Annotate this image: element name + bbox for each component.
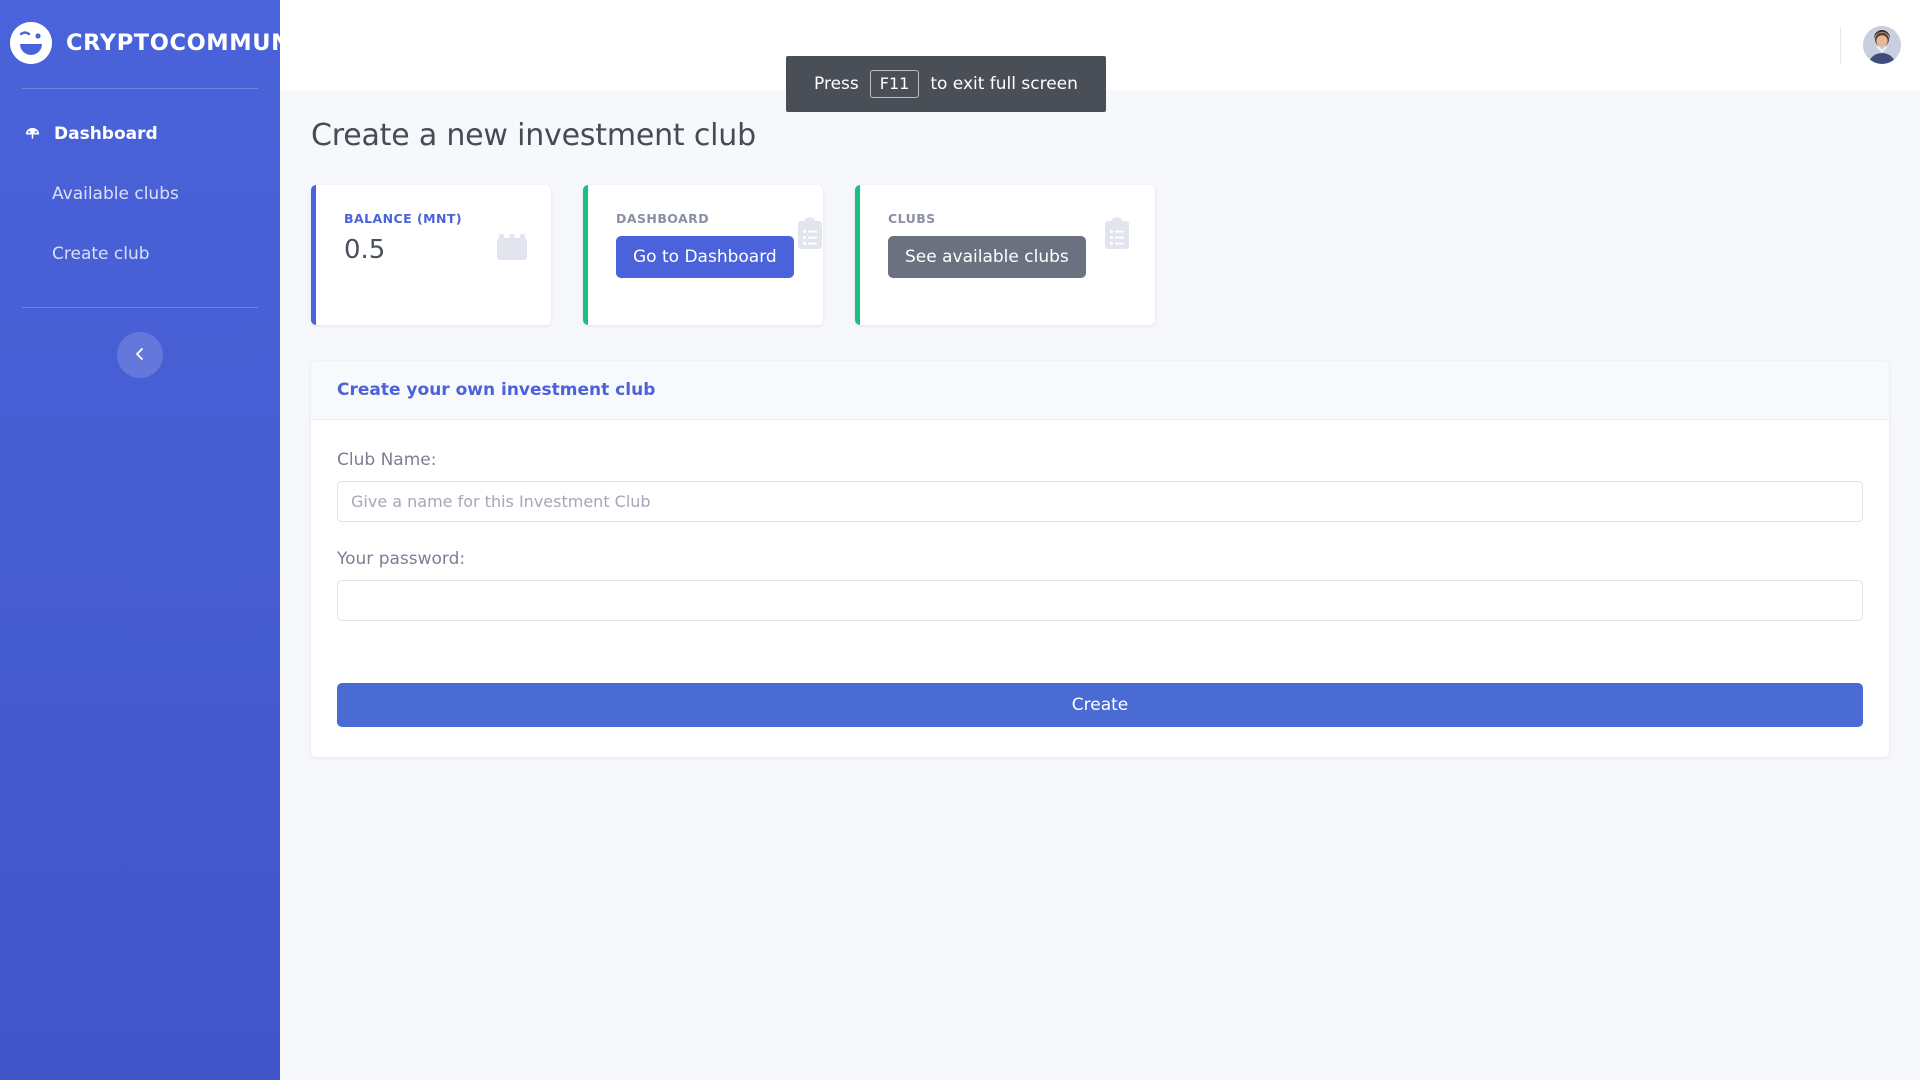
password-label: Your password:: [337, 549, 466, 569]
topbar-divider: [1840, 27, 1841, 63]
brand-title: CRYPTOCOMMUNE: [66, 30, 307, 56]
sidebar-item-create-club[interactable]: Create club: [0, 231, 280, 277]
card-balance-text: BALANCE (MNT) 0.5: [344, 211, 462, 265]
card-label: DASHBOARD: [616, 211, 710, 226]
main-area: Create a new investment club BALANCE (MN…: [280, 0, 1920, 1080]
clipboard-list-icon: [794, 217, 826, 255]
sidebar-item-label: Dashboard: [54, 124, 158, 144]
brand[interactable]: CRYPTOCOMMUNE: [0, 0, 306, 86]
sidebar-collapse-wrap: [0, 308, 280, 378]
sidebar-item-dashboard[interactable]: Dashboard: [0, 111, 280, 157]
fullscreen-exit-toast: Press F11 to exit full screen: [786, 56, 1106, 112]
sidebar-item-label: Available clubs: [52, 184, 179, 204]
wink-face-logo-icon: [10, 22, 52, 64]
page-title: Create a new investment club: [311, 118, 756, 153]
password-input[interactable]: [337, 580, 1863, 621]
chevron-left-icon: [133, 346, 147, 365]
calendar-icon: [495, 229, 529, 267]
app-root: CRYPTOCOMMUNE Dashboard Available clubs: [0, 0, 1920, 1080]
panel-header: Create your own investment club: [311, 361, 1889, 420]
card-clubs-text: CLUBS See available clubs: [888, 211, 1086, 278]
club-name-input[interactable]: [337, 481, 1863, 522]
speedometer-icon: [22, 124, 42, 144]
card-label: BALANCE (MNT): [344, 211, 463, 226]
sidebar-collapse-button[interactable]: [117, 332, 163, 378]
club-name-label: Club Name:: [337, 450, 437, 470]
sidebar: CRYPTOCOMMUNE Dashboard Available clubs: [0, 0, 306, 1080]
create-club-panel: Create your own investment club Club Nam…: [311, 361, 1889, 757]
card-label: CLUBS: [888, 211, 936, 226]
card-dashboard-text: DASHBOARD Go to Dashboard: [616, 211, 794, 278]
sidebar-nav: Dashboard Available clubs Create club: [0, 89, 280, 277]
clipboard-list-icon: [1101, 217, 1133, 255]
toast-key: F11: [869, 70, 920, 98]
avatar[interactable]: [1863, 26, 1901, 64]
see-available-clubs-button[interactable]: See available clubs: [888, 236, 1086, 278]
create-button[interactable]: Create: [337, 683, 1863, 727]
toast-prefix: Press: [814, 74, 859, 94]
card-balance: BALANCE (MNT) 0.5: [311, 185, 551, 325]
sidebar-item-label: Create club: [52, 244, 150, 264]
content: Create a new investment club BALANCE (MN…: [280, 90, 1920, 1080]
summary-cards: BALANCE (MNT) 0.5 DASHBOARD Go to Dashbo…: [311, 185, 1889, 325]
club-name-field-group: Club Name:: [337, 450, 1863, 522]
panel-header-title: Create your own investment club: [337, 380, 656, 400]
toast-suffix: to exit full screen: [930, 74, 1078, 94]
card-dashboard: DASHBOARD Go to Dashboard: [583, 185, 823, 325]
password-field-group: Your password:: [337, 549, 1863, 621]
card-value: 0.5: [344, 235, 386, 265]
sidebar-item-available-clubs[interactable]: Available clubs: [0, 171, 280, 217]
go-to-dashboard-button[interactable]: Go to Dashboard: [616, 236, 794, 278]
card-clubs: CLUBS See available clubs: [855, 185, 1155, 325]
panel-body: Club Name: Your password: Create: [311, 420, 1889, 757]
